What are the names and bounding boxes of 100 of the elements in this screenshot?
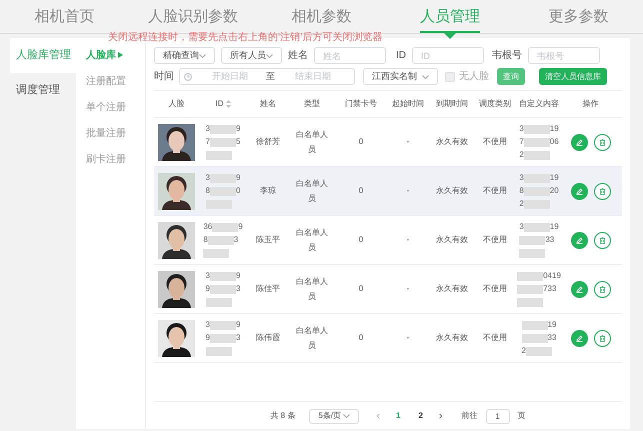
delete-button[interactable] — [594, 280, 610, 298]
subnav-item[interactable]: 批量注册 — [76, 124, 145, 142]
id-text: 3 — [234, 234, 238, 246]
field-label: ID — [396, 49, 406, 63]
blur-mask — [517, 298, 544, 306]
table-cell: 0 — [358, 136, 364, 148]
column-header: 起始时间 — [392, 98, 424, 110]
blur-mask — [522, 320, 548, 330]
delete-button[interactable] — [594, 330, 610, 346]
page-input-field[interactable]: 1 — [486, 408, 510, 424]
table-cell: 0 — [358, 234, 364, 246]
blur-mask — [203, 248, 230, 258]
delete-button[interactable] — [594, 182, 610, 200]
select-field[interactable]: 所有人员 — [221, 47, 282, 64]
id-text: 2 — [519, 198, 524, 210]
table-cell: 不使用 — [483, 332, 507, 344]
blur-mask — [522, 334, 548, 342]
table-cell: 陈玉平 — [256, 234, 280, 246]
id-text: 2 — [519, 149, 524, 161]
id-text: 0 — [236, 185, 240, 197]
blur-mask — [208, 236, 234, 244]
pencil-icon — [576, 286, 582, 292]
blur-mask — [517, 284, 544, 294]
nav-tab[interactable]: 相机首页 — [26, 0, 102, 34]
trash-icon — [598, 334, 606, 342]
checkbox[interactable] — [445, 72, 455, 82]
page-number[interactable]: 1 — [391, 410, 406, 422]
sidebar-item[interactable]: 人脸库管理 — [10, 38, 76, 73]
checkbox-label: 无人脸 — [459, 70, 489, 84]
id-text: 7 — [519, 136, 524, 148]
trash-icon — [598, 236, 606, 244]
search-button[interactable]: 查询 — [497, 68, 525, 85]
id-text: 9 — [236, 123, 240, 135]
id-text: 33 — [545, 234, 554, 246]
input-field[interactable]: 姓名 — [314, 47, 386, 64]
clear-button[interactable]: 清空人员信息库 — [539, 68, 607, 85]
nav-tab[interactable]: 人员管理 — [412, 0, 488, 34]
table-cell: 0 — [358, 185, 364, 197]
column-header: 人脸 — [168, 98, 184, 110]
column-header: ID — [216, 98, 224, 110]
table-cell: 0 — [358, 283, 364, 295]
table-cell: 永久有效 — [436, 234, 468, 246]
nav-tab[interactable]: 更多参数 — [540, 0, 617, 34]
input-field[interactable]: 韦根号 — [528, 47, 600, 64]
id-text: 9 — [206, 283, 210, 295]
column-header: 自定义内容 — [519, 98, 559, 110]
subnav-item[interactable]: 刷卡注册 — [76, 150, 145, 168]
table-cell: 不使用 — [483, 136, 507, 148]
blur-mask — [206, 298, 232, 306]
table-cell: 永久有效 — [436, 332, 468, 344]
next-button[interactable]: › — [436, 408, 446, 424]
table-cell-text: 白名单人员 — [295, 129, 329, 156]
blur-mask — [206, 150, 232, 160]
id-text: 20 — [550, 185, 559, 197]
id-text: 3 — [206, 270, 210, 282]
delete-button[interactable] — [594, 232, 610, 248]
field-label: 姓名 — [288, 49, 308, 63]
blur-mask — [210, 124, 236, 134]
column-header: 类型 — [304, 98, 320, 110]
select-field[interactable]: 江西实名制 — [363, 68, 438, 85]
blur-mask — [517, 272, 544, 280]
pencil-icon — [576, 188, 582, 194]
id-text: 19 — [550, 123, 559, 135]
page-number[interactable]: 2 — [413, 410, 428, 422]
edit-button[interactable] — [570, 280, 588, 298]
page-size-select[interactable]: 5条/页 — [309, 408, 360, 424]
sidebar-item[interactable]: 调度管理 — [10, 73, 76, 108]
edit-button[interactable] — [570, 330, 588, 346]
id-text: 19 — [550, 172, 559, 184]
edit-button[interactable] — [570, 232, 588, 248]
blur-mask — [210, 284, 236, 294]
edit-button[interactable] — [570, 182, 588, 200]
id-text: 9 — [236, 172, 240, 184]
table-cell: - — [406, 234, 410, 246]
table-cell: 陈伟霞 — [256, 332, 280, 344]
id-text: 9 — [236, 319, 240, 331]
date-range-field[interactable]: 开始日期 至 结束日期 — [179, 68, 355, 85]
edit-button[interactable] — [570, 134, 588, 150]
sort-icon[interactable] — [226, 100, 230, 108]
blur-mask — [526, 346, 552, 356]
blur-mask — [210, 320, 236, 330]
field-label: 时间 — [154, 70, 174, 84]
id-text: 19 — [550, 221, 559, 233]
subnav-item[interactable]: 注册配置 — [76, 72, 145, 90]
id-text: 2 — [522, 345, 526, 357]
input-field[interactable]: ID — [412, 47, 484, 64]
table-cell: 李琼 — [260, 185, 276, 197]
prev-button[interactable]: ‹ — [373, 408, 383, 424]
blur-mask — [524, 222, 550, 232]
goto-label: 前往 — [462, 410, 478, 422]
subnav-item[interactable]: 人脸库 — [76, 46, 145, 64]
id-text: 3 — [519, 172, 524, 184]
table-row[interactable]: 3 9 8 0 李琼 白名单人员 0 - 永久有效 不使用 3 19 8 20 2 — [154, 167, 622, 216]
select-field[interactable]: 精确查询 — [154, 47, 215, 64]
subnav-item[interactable]: 单个注册 — [76, 98, 145, 116]
id-text: 3 — [236, 283, 240, 295]
delete-button[interactable] — [594, 134, 610, 150]
table-cell: - — [406, 283, 410, 295]
table-cell: 不使用 — [483, 234, 507, 246]
chevron-down-icon — [343, 414, 350, 418]
